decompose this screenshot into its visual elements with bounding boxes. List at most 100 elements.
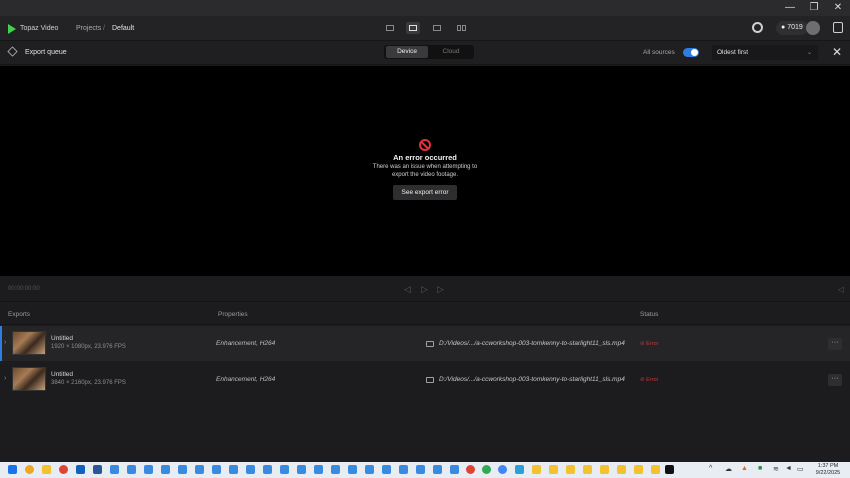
app-icon[interactable] bbox=[280, 465, 289, 474]
app-icon[interactable] bbox=[229, 465, 238, 474]
app-icon[interactable] bbox=[110, 465, 119, 474]
col-properties: Properties bbox=[218, 311, 248, 318]
app-icon[interactable] bbox=[263, 465, 272, 474]
app-icon[interactable] bbox=[399, 465, 408, 474]
app-icon[interactable] bbox=[93, 465, 102, 474]
chevron-down-icon: ⌄ bbox=[807, 50, 813, 56]
export-path[interactable]: D:/Videos/.../a-ccworkshop-003-tomkenny-… bbox=[439, 376, 625, 383]
app-icon[interactable] bbox=[348, 465, 357, 474]
app-icon[interactable] bbox=[195, 465, 204, 474]
chrome-icon[interactable] bbox=[482, 465, 491, 474]
folder-icon[interactable] bbox=[566, 465, 575, 474]
chrome-icon[interactable] bbox=[498, 465, 507, 474]
view-preview-icon[interactable] bbox=[406, 22, 420, 34]
topaz-taskbar-icon[interactable] bbox=[665, 465, 674, 474]
folder-icon[interactable] bbox=[532, 465, 541, 474]
app-icon[interactable] bbox=[212, 465, 221, 474]
folder-icon[interactable] bbox=[600, 465, 609, 474]
folder-icon[interactable] bbox=[651, 465, 660, 474]
app-name: Topaz Video bbox=[20, 25, 59, 32]
export-properties: Enhancement, H264 bbox=[216, 376, 276, 383]
all-sources-label: All sources bbox=[643, 49, 675, 56]
app-icon[interactable] bbox=[433, 465, 442, 474]
user-avatar[interactable] bbox=[806, 21, 820, 35]
folder-icon[interactable] bbox=[426, 377, 434, 383]
table-row[interactable] bbox=[0, 362, 850, 397]
view-split-icon[interactable] bbox=[430, 22, 444, 34]
app-icon[interactable] bbox=[382, 465, 391, 474]
col-status: Status bbox=[640, 311, 659, 318]
folder-icon[interactable] bbox=[583, 465, 592, 474]
minimize-button[interactable]: — bbox=[780, 1, 800, 15]
sidebar-toggle-icon[interactable] bbox=[833, 22, 843, 33]
app-icon[interactable] bbox=[127, 465, 136, 474]
video-thumbnail bbox=[12, 331, 46, 355]
app-icon[interactable] bbox=[314, 465, 323, 474]
table-header bbox=[0, 303, 850, 325]
table-row[interactable] bbox=[0, 326, 850, 361]
cloud-icon[interactable]: ☁ bbox=[725, 465, 732, 473]
window-close-button[interactable]: ✕ bbox=[828, 1, 848, 15]
play-icon[interactable]: ▷ bbox=[421, 284, 428, 295]
credits-count: 7019 bbox=[787, 24, 803, 31]
app-icon[interactable] bbox=[450, 465, 459, 474]
chrome-icon[interactable] bbox=[466, 465, 475, 474]
warning-icon[interactable]: ▲ bbox=[741, 465, 748, 472]
more-options-button[interactable]: ··· bbox=[828, 374, 842, 386]
window-titlebar bbox=[0, 0, 850, 16]
start-icon[interactable] bbox=[8, 465, 17, 474]
folder-icon[interactable] bbox=[426, 341, 434, 347]
error-description: There was an issue when attempting to ex… bbox=[372, 164, 478, 178]
export-path[interactable]: D:/Videos/.../a-ccworkshop-003-tomkenny-… bbox=[439, 340, 625, 347]
app-icon[interactable] bbox=[365, 465, 374, 474]
app-icon[interactable] bbox=[515, 465, 524, 474]
close-queue-button[interactable]: ✕ bbox=[832, 45, 842, 59]
export-title: Untitled bbox=[51, 335, 74, 342]
settings-gear-icon[interactable] bbox=[752, 22, 763, 33]
breadcrumb-separator: / bbox=[103, 25, 105, 32]
wifi-icon[interactable]: ≋ bbox=[773, 465, 779, 473]
see-export-error-button[interactable]: See export error bbox=[393, 185, 457, 200]
export-queue-title: Export queue bbox=[25, 49, 67, 56]
breadcrumb-default[interactable]: Default bbox=[112, 25, 134, 32]
view-side-by-side-icon[interactable] bbox=[454, 22, 468, 34]
chrome-icon[interactable] bbox=[59, 465, 68, 474]
sort-value: Oldest first bbox=[717, 49, 749, 56]
view-single-icon[interactable] bbox=[383, 22, 397, 34]
folder-icon[interactable] bbox=[42, 465, 51, 474]
chevron-right-icon[interactable]: › bbox=[4, 375, 6, 382]
tab-device[interactable]: Device bbox=[386, 46, 428, 58]
export-properties: Enhancement, H264 bbox=[216, 340, 276, 347]
status-badge: ⊘ Error bbox=[640, 341, 659, 347]
step-forward-icon[interactable]: ▷ bbox=[437, 284, 444, 295]
speaker-icon[interactable]: ◄ bbox=[785, 465, 792, 472]
app-icon[interactable] bbox=[161, 465, 170, 474]
more-options-button[interactable]: ··· bbox=[828, 338, 842, 350]
folder-icon[interactable] bbox=[617, 465, 626, 474]
folder-icon[interactable] bbox=[634, 465, 643, 474]
tray-chevron-icon[interactable]: ^ bbox=[709, 465, 712, 472]
app-icon[interactable] bbox=[25, 465, 34, 474]
battery-icon[interactable]: ▭ bbox=[797, 465, 804, 473]
app-icon[interactable] bbox=[331, 465, 340, 474]
step-back-icon[interactable]: ◁ bbox=[404, 284, 411, 295]
volume-icon[interactable]: ◁ bbox=[838, 285, 844, 294]
export-title: Untitled bbox=[51, 371, 74, 378]
breadcrumb-projects[interactable]: Projects bbox=[76, 25, 101, 32]
app-tray-icon[interactable]: ■ bbox=[758, 465, 762, 472]
chevron-right-icon[interactable]: › bbox=[4, 339, 6, 346]
app-icon[interactable] bbox=[178, 465, 187, 474]
taskbar-clock[interactable]: 1:37 PM 9/22/2025 bbox=[808, 463, 848, 476]
col-exports: Exports bbox=[8, 311, 31, 318]
tab-cloud[interactable]: Cloud bbox=[430, 46, 472, 58]
app-icon[interactable] bbox=[297, 465, 306, 474]
folder-icon[interactable] bbox=[549, 465, 558, 474]
app-icon[interactable] bbox=[246, 465, 255, 474]
video-thumbnail bbox=[12, 367, 46, 391]
app-icon[interactable] bbox=[416, 465, 425, 474]
maximize-button[interactable]: ❐ bbox=[804, 1, 824, 15]
all-sources-toggle[interactable] bbox=[683, 48, 699, 57]
credits-badge[interactable]: ● 7019 bbox=[776, 21, 808, 35]
app-icon[interactable] bbox=[144, 465, 153, 474]
outlook-icon[interactable] bbox=[76, 465, 85, 474]
